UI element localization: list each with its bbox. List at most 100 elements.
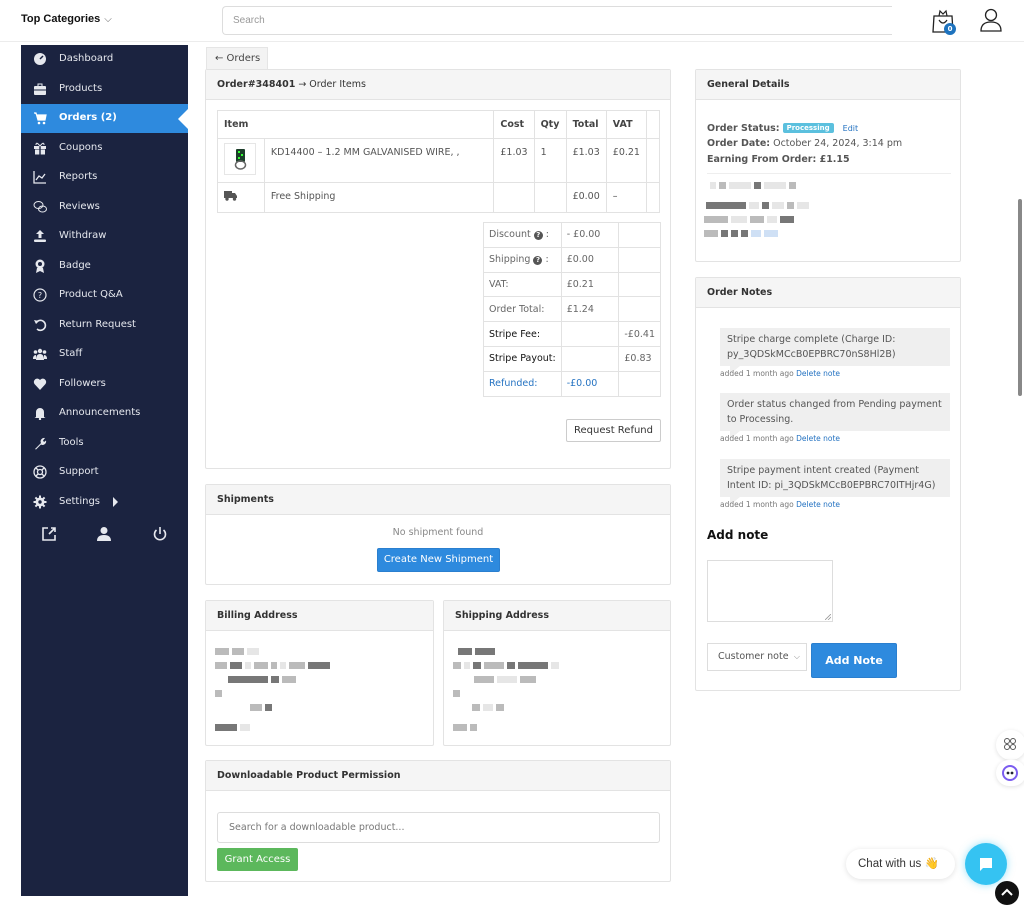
downloadable-product-search-input[interactable]: Search for a downloadable product... [217,812,660,843]
sidebar-item-product-q-a[interactable]: ? Product Q&A [21,281,188,310]
totals-extra [618,370,661,397]
totals-value: £1.24 [560,296,620,323]
table-header-row: Item Cost Qty Total VAT [216,110,661,139]
order-note: Stripe charge complete (Charge ID: py_3Q… [720,328,950,374]
cart-count-badge: 0 [944,23,956,35]
totals-value [560,321,620,347]
sidebar-item-label: Support [59,466,99,477]
top-categories-dropdown[interactable]: Top Categories ⌵ [21,13,112,25]
totals-extra [618,271,661,298]
product-thumbnail[interactable] [224,143,256,175]
table-row: KD14400 – 1.2 MM GALVANISED WIRE, , £1.0… [217,138,661,183]
create-new-shipment-button[interactable]: Create New Shipment [377,548,500,572]
order-note-meta: added 1 month ago Delete note [720,500,840,509]
sidebar-item-settings[interactable]: Settings [21,488,188,517]
downloadable-permission-panel: Downloadable Product Permission Search f… [205,760,671,882]
request-refund-button[interactable]: Request Refund [566,419,661,442]
sidebar-item-reviews[interactable]: Reviews [21,193,188,222]
column-header-cost: Cost [493,110,535,139]
external-link-icon[interactable] [41,526,57,542]
resize-handle-icon[interactable] [825,614,831,620]
wire-product-image [234,149,247,170]
chat-open-button[interactable] [965,843,1007,885]
shipping-cost [493,182,535,213]
totals-extra [618,222,661,248]
column-header-qty: Qty [533,110,567,139]
sidebar-item-products[interactable]: Products [21,75,188,104]
svg-text:?: ? [38,291,42,300]
sidebar-item-support[interactable]: Support [21,458,188,487]
submenu-arrow-icon [113,496,118,507]
help-icon[interactable]: ? [533,256,543,266]
sidebar-item-dashboard[interactable]: Dashboard [21,45,188,74]
sidebar-item-reports[interactable]: Reports [21,163,188,192]
user-account-icon[interactable] [980,8,1002,32]
sidebar-item-label: Orders (2) [59,112,117,123]
assistant-widget-button[interactable] [996,760,1024,786]
order-status-label: Order Status: [707,123,780,134]
delete-note-link[interactable]: Delete note [796,434,840,443]
sidebar-item-coupons[interactable]: Coupons [21,134,188,163]
back-to-orders-link[interactable]: ← Orders [206,47,268,69]
help-icon[interactable]: ? [533,231,543,241]
shipping-vat: – [605,182,647,213]
note-type-select[interactable]: Customer note ⌵ [707,643,807,671]
totals-label: Discount ? : [483,222,562,248]
sidebar-item-badge[interactable]: Badge [21,252,188,281]
totals-row: Refunded: -£0.00 [483,370,661,397]
note-type-selected: Customer note [718,651,789,662]
search-input[interactable]: Search [222,6,892,35]
sidebar-item-staff[interactable]: Staff [21,340,188,369]
sidebar-item-followers[interactable]: Followers [21,370,188,399]
apps-widget-button[interactable] [996,730,1024,760]
column-header-vat: VAT [605,110,647,139]
sidebar-item-announcements[interactable]: Announcements [21,399,188,428]
sidebar: Dashboard Products Orders (2) Coupons Report… [21,45,188,896]
sidebar-item-tools[interactable]: Tools [21,429,188,458]
product-total: £1.03 [565,138,607,183]
users-icon [33,348,47,360]
add-note-button[interactable]: Add Note [811,643,897,678]
sidebar-item-orders-2[interactable]: Orders (2) [21,104,188,133]
sidebar-item-return-request[interactable]: Return Request [21,311,188,340]
empty-cell [645,182,661,213]
totals-row: Shipping ? : £0.00 [483,246,661,273]
delete-note-link[interactable]: Delete note [796,369,840,378]
totals-label: Shipping ? : [483,246,562,273]
product-name[interactable]: KD14400 – 1.2 MM GALVANISED WIRE, , [263,138,495,183]
order-totals-table: Discount ? :- £0.00 Shipping ? : £0.00 VAT:… [483,222,661,397]
sidebar-item-label: Announcements [59,407,141,418]
dashboard-icon [34,53,46,65]
note-textarea[interactable] [707,560,833,622]
bell-icon [34,408,46,420]
grant-access-button[interactable]: Grant Access [217,848,298,871]
chat-with-us-label[interactable]: Chat with us 👋 [846,849,955,879]
gear-icon [33,495,47,508]
sidebar-item-label: Withdraw [59,230,107,241]
chat-bubble-icon [980,858,992,871]
scroll-to-top-button[interactable] [995,881,1019,905]
user-icon[interactable] [96,526,112,542]
totals-label: Refunded: [483,370,562,397]
gift-icon [34,142,46,155]
chevron-up-icon [1001,888,1013,896]
edit-status-link[interactable]: Edit [843,124,859,133]
sidebar-item-label: Dashboard [59,53,114,64]
column-header-empty [645,110,661,139]
sidebar-item-withdraw[interactable]: Withdraw [21,222,188,251]
product-thumbnail-cell [217,138,265,183]
order-items-title: → Order Items [295,79,366,90]
chevron-down-icon: ⌵ [793,652,800,661]
power-icon[interactable] [152,526,168,542]
note-timestamp: added 1 month ago [720,434,794,443]
order-status-row: Order Status: Processing Edit [707,123,858,134]
sidebar-item-label: Followers [59,377,106,389]
page-scrollbar[interactable] [1018,199,1022,396]
totals-row: Stripe Fee: -£0.41 [483,321,661,347]
shipments-header: Shipments [206,485,670,515]
undo-icon [34,319,47,331]
totals-row: Stripe Payout: £0.83 [483,345,661,372]
product-cost: £1.03 [493,138,535,183]
robot-face-icon [1002,765,1018,781]
delete-note-link[interactable]: Delete note [796,500,840,509]
